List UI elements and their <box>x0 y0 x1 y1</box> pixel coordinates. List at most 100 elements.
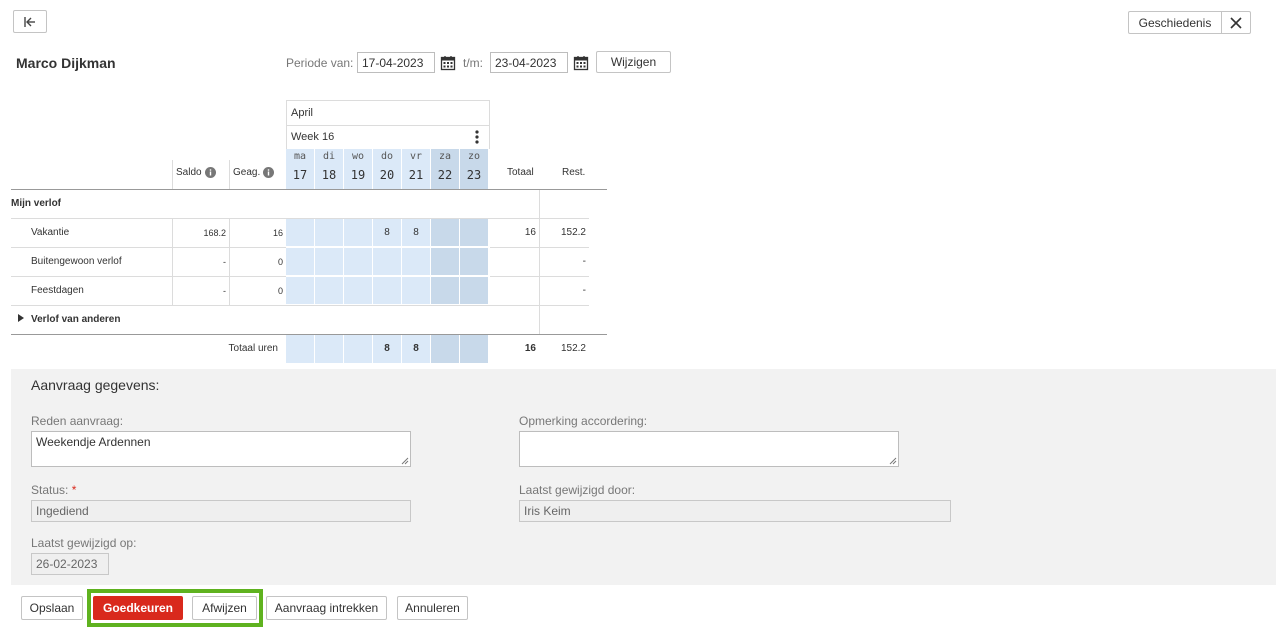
day-cell[interactable] <box>344 219 373 247</box>
day-cell[interactable] <box>344 248 373 276</box>
day-cell[interactable] <box>402 277 431 305</box>
status-label: Status: * <box>31 483 76 497</box>
month-label: April <box>291 107 314 119</box>
kebab-menu-icon[interactable] <box>473 129 481 145</box>
save-button[interactable]: Opslaan <box>21 596 83 620</box>
day-cell <box>402 306 431 334</box>
day-cell[interactable] <box>315 277 344 305</box>
row-saldo: 168.2 <box>203 228 226 238</box>
day-cell[interactable] <box>373 277 402 305</box>
rest-header: Rest. <box>562 167 586 178</box>
withdraw-button[interactable]: Aanvraag intrekken <box>266 596 387 620</box>
resize-handle-icon[interactable] <box>401 457 409 465</box>
remark-label: Opmerking accordering: <box>519 414 648 428</box>
day-cell[interactable] <box>286 219 315 247</box>
day-of-week: wo <box>351 151 365 162</box>
day-number: 17 <box>292 168 308 182</box>
day-cell[interactable] <box>460 248 489 276</box>
week-label: Week 16 <box>291 131 335 143</box>
day-cell <box>373 306 402 334</box>
day-cell[interactable] <box>431 248 460 276</box>
row-rest: - <box>582 285 586 296</box>
history-button[interactable]: Geschiedenis <box>1128 11 1222 34</box>
cancel-button[interactable]: Annuleren <box>397 596 468 620</box>
day-cell[interactable] <box>460 219 489 247</box>
day-cell[interactable]: 8 <box>373 219 402 247</box>
remark-textarea[interactable] <box>519 431 899 467</box>
day-header-18: di 18 <box>315 149 344 189</box>
period-to-input[interactable]: 23-04-2023 <box>490 52 568 73</box>
day-number: 18 <box>321 168 337 182</box>
total-day-cell <box>344 335 373 363</box>
change-period-button[interactable]: Wijzigen <box>596 51 671 73</box>
status-field: Ingediend <box>31 500 411 522</box>
employee-name: Marco Dijkman <box>16 55 116 71</box>
saldo-header: Saldo <box>176 167 216 178</box>
resize-handle-icon[interactable] <box>889 457 897 465</box>
row-divider <box>11 247 286 248</box>
required-mark: * <box>71 483 77 497</box>
week-header: Week 16 <box>286 125 490 149</box>
row-divider <box>172 248 173 276</box>
row-saldo: - <box>223 257 226 267</box>
row-label: Vakantie <box>31 227 70 238</box>
day-cell[interactable] <box>286 277 315 305</box>
day-number: 22 <box>437 168 453 182</box>
day-number: 23 <box>466 168 482 182</box>
day-cell[interactable] <box>431 277 460 305</box>
total-day-cell <box>431 335 460 363</box>
changed-by-label: Laatst gewijzigd door: <box>519 483 636 497</box>
changed-on-field: 26-02-2023 <box>31 553 109 575</box>
day-cell[interactable]: 8 <box>402 219 431 247</box>
total-day-cell <box>315 335 344 363</box>
row-rest: 152.2 <box>560 227 586 238</box>
day-cell[interactable] <box>315 248 344 276</box>
collapse-button[interactable] <box>13 10 47 33</box>
section-others[interactable]: Verlof van anderen <box>31 314 120 325</box>
day-of-week: vr <box>409 151 423 162</box>
day-cell[interactable] <box>286 248 315 276</box>
day-cell[interactable] <box>431 219 460 247</box>
day-of-week: do <box>380 151 394 162</box>
row-divider <box>11 276 286 277</box>
triangle-right-icon[interactable] <box>17 314 25 322</box>
day-cell <box>286 306 315 334</box>
changed-by-field: Iris Keim <box>519 500 951 522</box>
day-cell[interactable] <box>315 219 344 247</box>
total-day-cell: 8 <box>373 335 402 363</box>
month-header: April <box>286 100 490 125</box>
calendar-icon[interactable] <box>573 55 589 71</box>
day-of-week: di <box>322 151 336 162</box>
day-of-week: ma <box>293 151 307 162</box>
reason-textarea[interactable]: Weekendje Ardennen <box>31 431 411 467</box>
period-from-input[interactable]: 17-04-2023 <box>357 52 435 73</box>
row-divider <box>490 276 589 277</box>
info-icon[interactable] <box>263 167 275 178</box>
reject-button[interactable]: Afwijzen <box>192 596 257 620</box>
calendar-icon[interactable] <box>440 55 456 71</box>
day-header-23: zo 23 <box>460 149 489 189</box>
approve-button[interactable]: Goedkeuren <box>93 596 183 620</box>
period-to-label: t/m: <box>463 56 483 70</box>
day-header-21: vr 21 <box>402 149 431 189</box>
day-cell[interactable] <box>344 277 373 305</box>
close-button[interactable] <box>1221 11 1251 34</box>
day-header-22: za 22 <box>431 149 460 189</box>
row-label: Feestdagen <box>31 285 84 296</box>
row-totaal: 16 <box>524 227 536 238</box>
period-from-label: Periode van: <box>286 56 354 70</box>
total-totaal: 16 <box>524 343 536 354</box>
day-cell[interactable] <box>373 248 402 276</box>
row-saldo: - <box>223 286 226 296</box>
day-cell[interactable] <box>402 248 431 276</box>
day-of-week: zo <box>467 151 481 162</box>
geag-header: Geag. <box>233 167 275 178</box>
day-header-17: ma 17 <box>286 149 315 189</box>
request-heading: Aanvraag gegevens: <box>31 377 160 393</box>
day-cell <box>315 306 344 334</box>
request-panel <box>11 369 1276 585</box>
total-day-cell <box>286 335 315 363</box>
close-icon <box>1230 16 1242 29</box>
day-cell[interactable] <box>460 277 489 305</box>
info-icon[interactable] <box>204 167 216 178</box>
